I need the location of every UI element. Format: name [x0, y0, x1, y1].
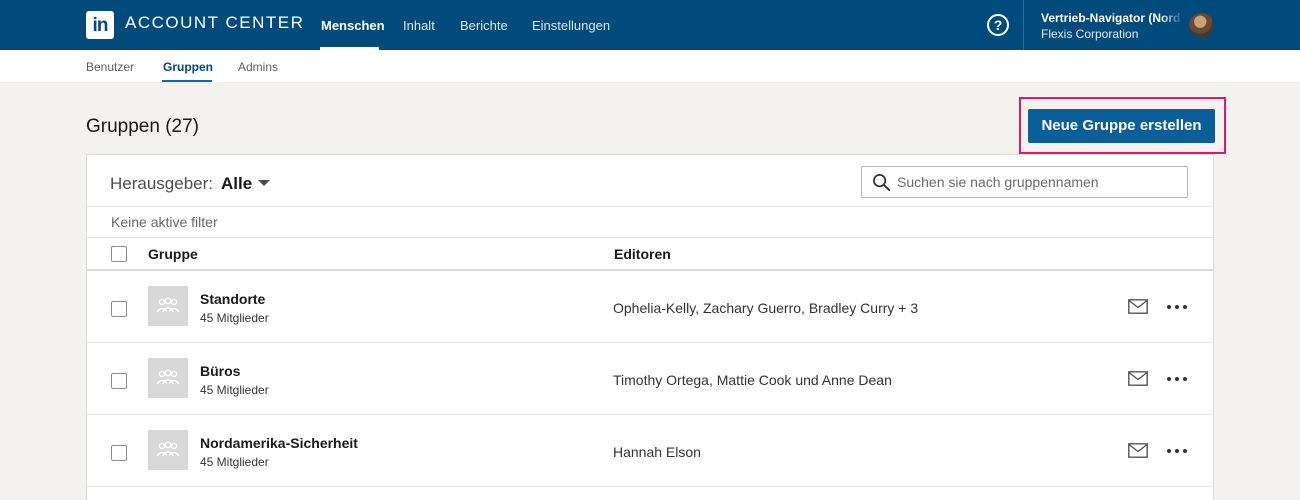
page-title: Gruppen (27) — [86, 116, 200, 137]
more-options-icon[interactable] — [1166, 443, 1190, 459]
group-name[interactable]: Standorte — [200, 291, 265, 307]
account-name-fade — [1160, 8, 1184, 26]
row-checkbox[interactable] — [111, 445, 127, 461]
create-group-button[interactable]: Neue Gruppe erstellen — [1028, 109, 1215, 143]
account-organization: Flexis Corporation — [1041, 27, 1139, 41]
row-checkbox[interactable] — [111, 301, 127, 317]
search-input[interactable] — [897, 172, 1177, 192]
avatar[interactable] — [1189, 13, 1214, 38]
select-all-checkbox[interactable] — [111, 246, 127, 262]
help-icon[interactable]: ? — [987, 14, 1009, 36]
sub-navigation: Benutzer Gruppen Admins — [0, 50, 1300, 82]
mail-icon[interactable] — [1128, 371, 1148, 386]
group-name[interactable]: Nordamerika-Sicherheit — [200, 435, 358, 451]
column-header-editors[interactable]: Editoren — [614, 246, 671, 262]
nav-item-einstellungen[interactable]: Einstellungen — [532, 18, 610, 33]
row-checkbox[interactable] — [111, 373, 127, 389]
group-thumbnail — [148, 430, 188, 470]
member-count: 45 Mitglieder — [200, 311, 269, 325]
groups-card: Herausgeber: Alle Keine aktive filter Gr… — [86, 154, 1214, 500]
member-count: 45 Mitglieder — [200, 383, 269, 397]
nav-item-inhalt[interactable]: Inhalt — [403, 18, 435, 33]
column-header-group[interactable]: Gruppe — [148, 246, 198, 262]
table-row[interactable]: Büros 45 Mitglieder Timothy Ortega, Matt… — [87, 343, 1213, 415]
active-filters-text: Keine aktive filter — [111, 214, 218, 230]
tab-admins[interactable]: Admins — [238, 60, 278, 74]
member-count: 45 Mitglieder — [200, 455, 269, 469]
more-options-icon[interactable] — [1166, 371, 1190, 387]
topbar-divider — [1023, 0, 1024, 50]
publisher-filter-dropdown[interactable]: Alle — [221, 174, 252, 194]
publisher-filter-label: Herausgeber: — [110, 174, 214, 193]
table-row[interactable]: Standorte 45 Mitglieder Ophelia-Kelly, Z… — [87, 271, 1213, 343]
search-icon — [873, 174, 891, 192]
group-thumbnail — [148, 358, 188, 398]
divider — [87, 206, 1213, 207]
group-people-icon — [156, 369, 180, 385]
tab-gruppen[interactable]: Gruppen — [163, 60, 213, 74]
chevron-down-icon[interactable] — [258, 180, 270, 186]
linkedin-logo[interactable]: in — [86, 11, 114, 39]
search-box[interactable] — [861, 166, 1188, 198]
more-options-icon[interactable] — [1166, 299, 1190, 315]
group-people-icon — [156, 297, 180, 313]
divider — [87, 237, 1213, 238]
editors-list: Timothy Ortega, Mattie Cook und Anne Dea… — [613, 372, 892, 388]
tab-benutzer[interactable]: Benutzer — [86, 60, 134, 74]
top-bar: in ACCOUNT CENTER Menschen Inhalt Berich… — [0, 0, 1300, 50]
table-row[interactable]: Nordamerika-Sicherheit 45 Mitglieder Han… — [87, 415, 1213, 487]
nav-item-menschen[interactable]: Menschen — [321, 18, 385, 33]
editors-list: Ophelia-Kelly, Zachary Guerro, Bradley C… — [613, 300, 919, 316]
tab-active-indicator — [162, 80, 212, 82]
group-name[interactable]: Büros — [200, 363, 240, 379]
group-people-icon — [156, 441, 180, 457]
editors-list: Hannah Elson — [613, 444, 701, 460]
group-thumbnail — [148, 286, 188, 326]
mail-icon[interactable] — [1128, 299, 1148, 314]
app-title: ACCOUNT CENTER — [125, 13, 305, 32]
nav-item-berichte[interactable]: Berichte — [460, 18, 508, 33]
mail-icon[interactable] — [1128, 443, 1148, 458]
